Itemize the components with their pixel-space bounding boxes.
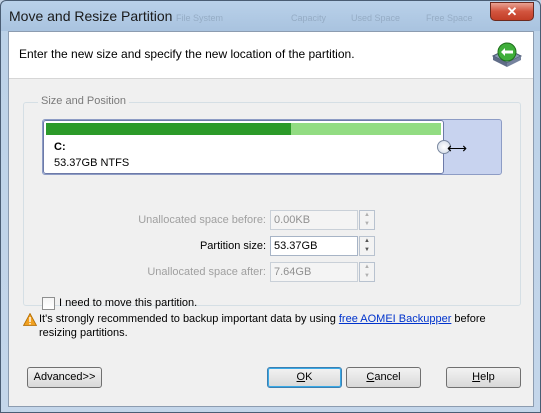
unalloc-after-label: Unallocated space after: — [147, 266, 266, 278]
backupper-link[interactable]: free AOMEI Backupper — [339, 313, 452, 325]
partition-size-row: Partition size: — [24, 236, 266, 257]
window-title: Move and Resize Partition — [9, 8, 173, 24]
partition-size-spinner[interactable]: ▲ ▼ — [359, 236, 375, 256]
title-bar[interactable]: Move and Resize Partition File System Ca… — [1, 1, 540, 31]
background-hint: Free Space — [426, 13, 473, 23]
unalloc-after-input — [270, 262, 358, 282]
spin-down-icon: ▼ — [364, 221, 370, 227]
group-legend: Size and Position — [38, 95, 129, 107]
cancel-button[interactable]: Cancel — [346, 367, 421, 388]
partition-size-input[interactable] — [270, 236, 358, 256]
background-hint: Used Space — [351, 13, 401, 23]
usage-bar-fill — [46, 123, 291, 135]
partition-info: 53.37GB NTFS — [54, 157, 130, 169]
move-partition-label[interactable]: I need to move this partition. — [59, 297, 197, 309]
cancel-label: ancel — [374, 371, 401, 383]
partition-letter: C: — [54, 141, 66, 153]
partition-arrow-icon — [491, 42, 523, 67]
instruction-header: Enter the new size and specify the new l… — [9, 32, 533, 79]
spin-up-icon[interactable]: ▲ — [360, 237, 374, 246]
ok-mnemonic: O — [296, 371, 306, 383]
unalloc-after-row: Unallocated space after: — [24, 262, 266, 283]
background-hint: Capacity — [291, 13, 327, 23]
close-button[interactable]: ✕ — [490, 2, 534, 21]
move-resize-dialog: Move and Resize Partition File System Ca… — [0, 0, 541, 413]
dialog-body: Enter the new size and specify the new l… — [8, 31, 534, 407]
spin-down-icon: ▼ — [364, 273, 370, 279]
warning-text: It's strongly recommended to backup impo… — [39, 312, 509, 340]
ok-label: K — [305, 371, 313, 383]
help-mnemonic: H — [472, 371, 481, 383]
unalloc-before-row: Unallocated space before: — [24, 210, 266, 231]
unalloc-before-label: Unallocated space before: — [138, 214, 266, 226]
advanced-button[interactable]: Advanced>> — [27, 367, 102, 388]
unalloc-before-input — [270, 210, 358, 230]
move-partition-checkbox[interactable] — [42, 297, 55, 310]
size-position-group: Size and Position C: 53.37GB NTFS ⟷ Unal… — [23, 95, 521, 310]
partition-block[interactable]: C: 53.37GB NTFS — [43, 120, 444, 174]
unalloc-after-spinner: ▲ ▼ — [359, 262, 375, 282]
partition-size-label: Partition size: — [199, 240, 266, 252]
warning-text-start: It's strongly recommended to backup impo… — [39, 313, 339, 325]
unalloc-before-spinner: ▲ ▼ — [359, 210, 375, 230]
ok-button[interactable]: OK — [267, 367, 342, 388]
spin-down-icon[interactable]: ▼ — [360, 246, 374, 255]
help-label: elp — [480, 371, 495, 383]
spin-up-icon: ▲ — [364, 212, 370, 218]
resize-cursor-icon: ⟷ — [447, 140, 468, 156]
partition-map[interactable]: C: 53.37GB NTFS ⟷ — [42, 119, 502, 175]
warning-icon — [23, 313, 37, 326]
instruction-text: Enter the new size and specify the new l… — [19, 47, 355, 61]
help-button[interactable]: Help — [446, 367, 521, 388]
usage-bar — [46, 123, 441, 135]
spin-up-icon: ▲ — [364, 264, 370, 270]
background-hint: File System — [176, 13, 224, 23]
